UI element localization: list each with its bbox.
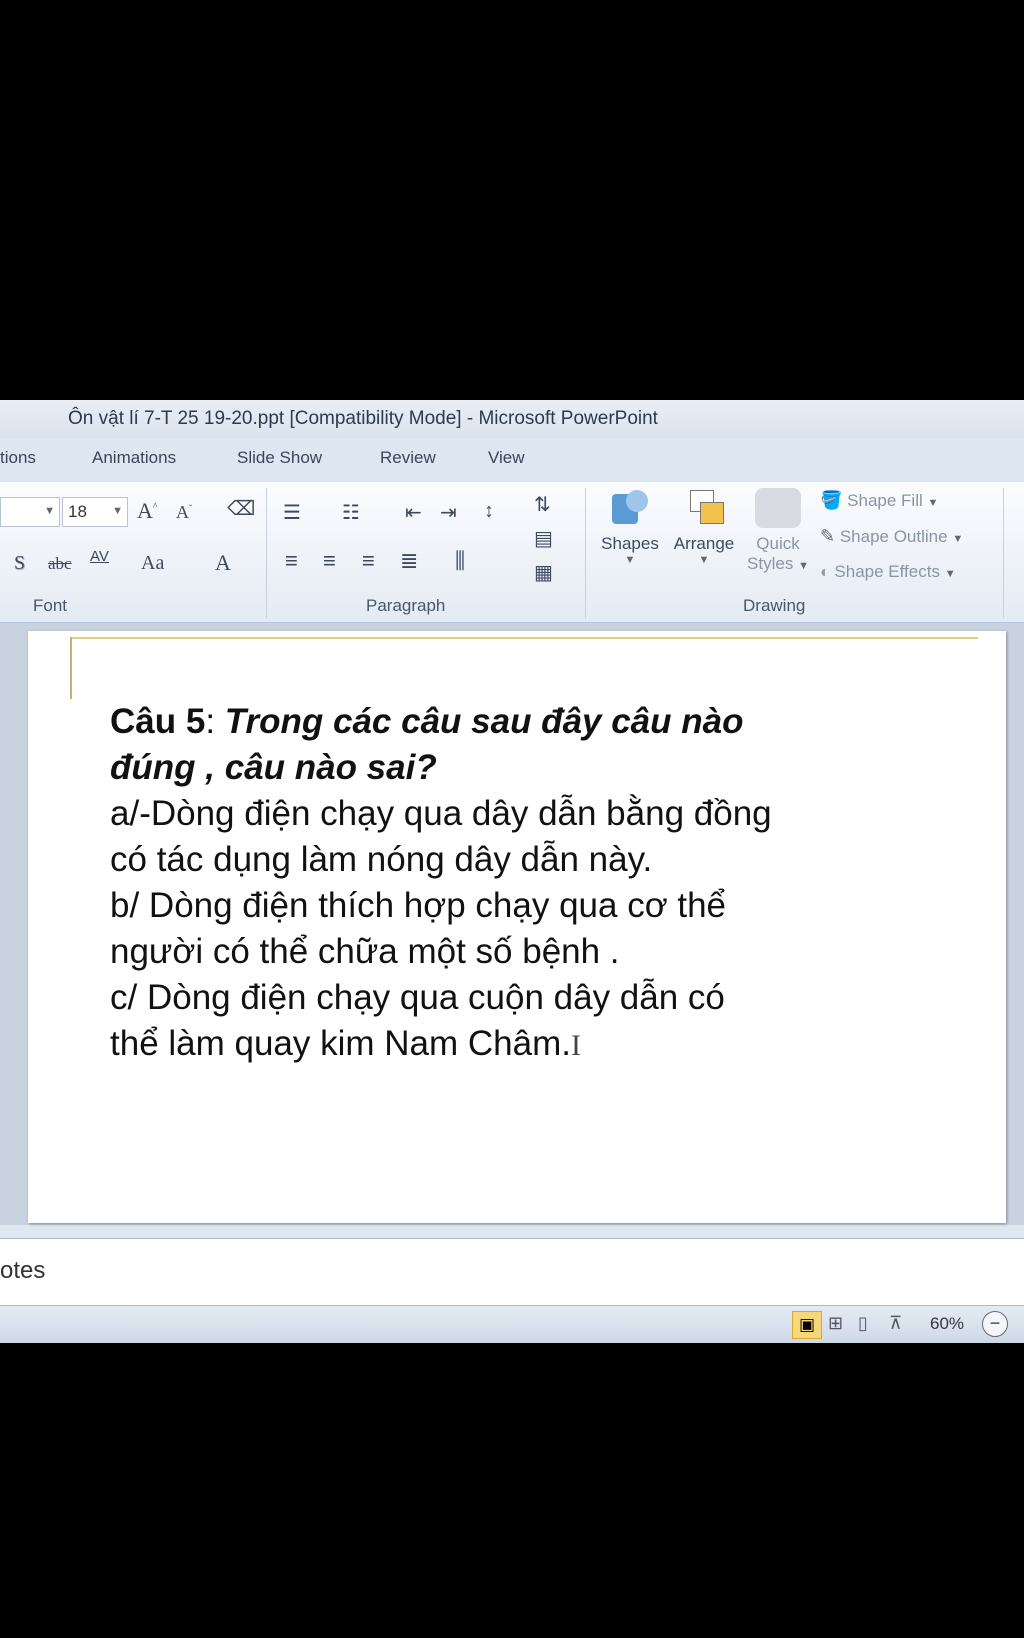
group-divider [1003, 488, 1004, 618]
slide-sorter-icon[interactable]: ⊞ [828, 1313, 843, 1334]
character-spacing-button[interactable]: AV [90, 548, 109, 565]
change-case-button[interactable]: Aa [141, 552, 164, 575]
ribbon: ▼ 18 ▼ A^ Aˇ ⌫ S abc AV Aa A Font ☰ ☷ ⇤ … [0, 482, 1024, 623]
align-text-icon[interactable]: ▤ [534, 526, 553, 551]
decrease-indent-icon[interactable]: ⇤ [405, 500, 422, 525]
chevron-down-icon: ▼ [44, 505, 55, 517]
chevron-down-icon: ▼ [698, 554, 710, 566]
quick-styles-icon [755, 488, 801, 528]
font-size-value: 18 [68, 502, 87, 521]
status-bar: ▣ ⊞ ▯ ⊼ 60% − [0, 1306, 1024, 1343]
pencil-icon: ✎ [820, 526, 836, 546]
window-title: Ôn vật lí 7-T 25 19-20.ppt [Compatibilit… [68, 408, 658, 429]
smartart-icon[interactable]: ▦ [534, 560, 553, 585]
powerpoint-window: Ôn vật lí 7-T 25 19-20.ppt [Compatibilit… [0, 400, 1024, 1343]
chevron-down-icon: ▼ [112, 505, 123, 517]
slide-decor-line [70, 637, 72, 699]
font-name-box[interactable]: ▼ [0, 497, 60, 527]
group-divider [585, 488, 586, 618]
align-left-icon[interactable]: ≡ [285, 548, 298, 574]
zoom-level[interactable]: 60% [930, 1314, 964, 1334]
zoom-out-icon[interactable]: − [982, 1311, 1008, 1337]
arrange-button[interactable]: Arrange ▼ [667, 488, 741, 566]
slide-decor-line [70, 637, 978, 639]
title-bar: Ôn vật lí 7-T 25 19-20.ppt [Compatibilit… [0, 400, 1024, 438]
ribbon-tabs: tions Animations Slide Show Review View [0, 438, 1024, 482]
grow-font-button[interactable]: A^ [137, 498, 158, 524]
statement-line: người có thể chữa một số bệnh . [110, 932, 620, 971]
statement-line: thể làm quay kim Nam Châm.I [110, 1024, 581, 1063]
reading-view-icon[interactable]: ▯ [858, 1313, 868, 1334]
slide-canvas[interactable]: Câu 5: Trong các câu sau đây câu nào đún… [28, 631, 1006, 1223]
strikethrough-button[interactable]: abc [48, 554, 72, 574]
statement-line: c/ Dòng điện chạy qua cuộn dây dẫn có [110, 978, 725, 1017]
tab-animations[interactable]: Animations [92, 448, 176, 468]
tab-view[interactable]: View [488, 448, 525, 468]
drawing-group-label: Drawing [743, 596, 806, 615]
chevron-down-icon: ▼ [624, 554, 636, 566]
tab-transitions[interactable]: tions [0, 448, 36, 468]
line-spacing-icon[interactable]: ↕ [484, 500, 494, 523]
statement-line: b/ Dòng điện thích hợp chạy qua cơ thể [110, 886, 727, 925]
font-color-button[interactable]: A [215, 550, 231, 576]
shrink-font-button[interactable]: Aˇ [176, 502, 192, 523]
tab-review[interactable]: Review [380, 448, 436, 468]
statement-line: có tác dụng làm nóng dây dẫn này. [110, 840, 653, 879]
question-line: Câu 5: Trong các câu sau đây câu nào [110, 702, 744, 741]
columns-icon[interactable]: ⫼ [455, 548, 465, 574]
numbering-icon[interactable]: ☷ [342, 500, 360, 525]
normal-view-icon[interactable]: ▣ [792, 1311, 822, 1339]
group-divider [266, 488, 267, 618]
effects-icon: ◐ [820, 564, 830, 581]
shape-effects-button[interactable]: ◐ Shape Effects ▼ [820, 562, 956, 582]
justify-icon[interactable]: ≣ [400, 548, 418, 574]
font-group-label: Font [33, 596, 68, 615]
quick-styles-button[interactable]: Quick Styles ▼ [745, 488, 811, 576]
slideshow-icon[interactable]: ⊼ [889, 1313, 902, 1334]
question-line: đúng , câu nào sai? [110, 748, 437, 787]
slide-text-box[interactable]: Câu 5: Trong các câu sau đây câu nào đún… [110, 699, 990, 1069]
notes-pane[interactable]: otes [0, 1238, 1024, 1306]
shape-fill-button[interactable]: 🪣 Shape Fill ▼ [820, 490, 938, 511]
increase-indent-icon[interactable]: ⇥ [440, 500, 457, 525]
bullets-icon[interactable]: ☰ [283, 500, 301, 525]
shapes-icon [608, 488, 652, 528]
align-right-icon[interactable]: ≡ [362, 548, 375, 574]
align-center-icon[interactable]: ≡ [323, 548, 336, 574]
paragraph-group-label: Paragraph [366, 596, 446, 615]
statement-line: a/-Dòng điện chạy qua dây dẫn bằng đồng [110, 794, 772, 833]
slide-editor: Câu 5: Trong các câu sau đây câu nào đún… [0, 623, 1024, 1225]
tab-slide-show[interactable]: Slide Show [237, 448, 322, 468]
text-cursor-icon: I [570, 1029, 581, 1062]
font-size-box[interactable]: 18 ▼ [62, 497, 128, 527]
notes-placeholder: otes [0, 1257, 46, 1284]
shape-outline-button[interactable]: ✎ Shape Outline ▼ [820, 526, 963, 547]
arrange-icon [682, 488, 726, 528]
paint-bucket-icon: 🪣 [820, 490, 843, 510]
clear-formatting-icon[interactable]: ⌫ [227, 496, 255, 521]
text-shadow-button[interactable]: S [14, 552, 25, 575]
text-direction-icon[interactable]: ⇅ [534, 492, 551, 517]
shapes-button[interactable]: Shapes ▼ [597, 488, 663, 566]
